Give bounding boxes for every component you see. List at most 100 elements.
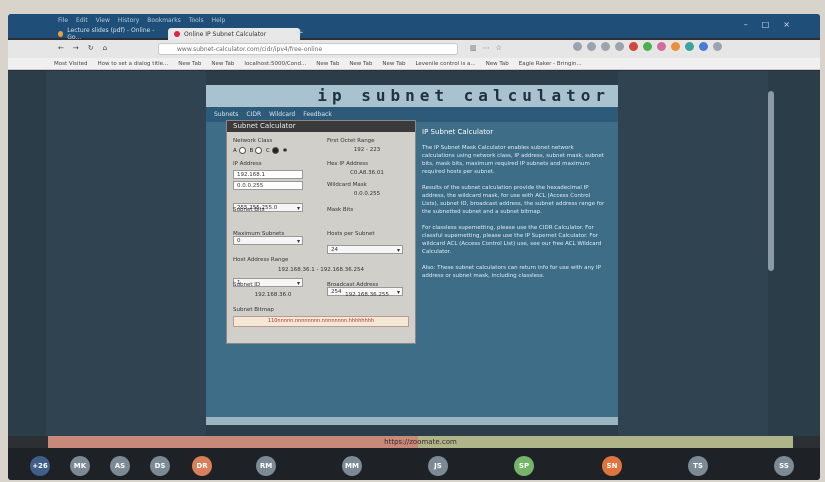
class-c-label: C [266,148,270,154]
participant-tile[interactable]: +26 [30,456,50,476]
browser-titlebar: File Edit View History Bookmarks Tools H… [8,14,820,41]
wildcard-input[interactable]: 0.0.0.255 [233,181,303,190]
ip-address-input[interactable]: 192.168.1 [233,170,303,179]
bookmark-item[interactable]: New Tab [486,61,509,67]
site-footer-bar [206,417,618,425]
nav-buttons: ← → ↻ ⌂ [58,44,107,52]
participant-tile[interactable]: MM [342,456,362,476]
bookmark-item[interactable]: How to set a dialog title... [97,61,168,67]
maximize-icon[interactable]: □ [762,20,770,29]
tab-lecture-slides[interactable]: Lecture slides (pdf) - Online - Go... [52,27,164,41]
ip-address-label: IP Address [233,161,262,167]
subnet-bits-select[interactable]: 0 [233,236,303,246]
bookmarks-bar: Most Visited How to set a dialog title..… [8,58,820,70]
participant-tile[interactable]: SN [602,456,622,476]
class-c-radio[interactable] [271,147,279,154]
bookmark-star-icon[interactable]: ☆ [496,44,502,52]
bookmark-item[interactable]: New Tab [349,61,372,67]
menu-tools[interactable]: Tools [189,17,204,24]
site-banner: ip subnet calculator [206,85,618,107]
site-nav-cidr[interactable]: CIDR [246,111,261,118]
extension-blue-icon[interactable] [699,42,708,51]
participant-tile[interactable]: MK [70,456,90,476]
participant-tile[interactable]: RM [256,456,276,476]
bookmark-item[interactable]: New Tab [178,61,201,67]
bookmark-item[interactable]: Most Visited [54,61,87,67]
class-b-label: B [249,148,254,154]
back-arrow-icon[interactable]: ← [58,44,64,52]
home-icon[interactable]: ⌂ [103,44,107,52]
extension-pink-icon[interactable] [657,42,666,51]
menu-file[interactable]: File [58,17,68,24]
bookmark-item[interactable]: localhost:5000/Cond... [244,61,306,67]
download-icon[interactable] [573,42,582,51]
bookmark-item[interactable]: New Tab [316,61,339,67]
sidebar-icon[interactable] [601,42,610,51]
participant-tile[interactable]: AS [110,456,130,476]
toolbar-extensions [573,42,722,51]
window-controls: – □ × [744,20,790,29]
menu-edit[interactable]: Edit [76,17,88,24]
participant-avatar: +26 [30,456,50,476]
class-a-label: A [233,148,237,154]
hex-ip-value: C0.A8.36.01 [350,170,384,176]
participant-tile[interactable]: DS [150,456,170,476]
menu-help[interactable]: Help [212,17,226,24]
page-margin-right [618,71,768,436]
minimize-icon[interactable]: – [744,20,748,29]
menu-history[interactable]: History [118,17,139,24]
screen-share-banner: https://zoomate.com [48,436,793,448]
info-paragraph: Results of the subnet calculation provid… [422,185,605,215]
reload-icon[interactable]: ↻ [88,44,94,52]
browser-menubar: File Edit View History Bookmarks Tools H… [58,17,225,24]
bookmark-item[interactable]: New Tab [211,61,234,67]
url-bar[interactable]: www.subnet-calculator.com/cidr/ipv4/free… [158,43,458,55]
extension-orange-icon[interactable] [671,42,680,51]
participant-tile[interactable]: SS [774,456,794,476]
url-text: www.subnet-calculator.com/cidr/ipv4/free… [177,45,323,53]
menu-hamburger-icon[interactable] [713,42,722,51]
bookmark-item[interactable]: Levenile control is a... [415,61,475,67]
mask-bits-select[interactable]: 24 [327,245,403,255]
menu-view[interactable]: View [96,17,110,24]
participant-tile[interactable]: DR [192,456,212,476]
close-icon[interactable]: × [783,20,790,29]
extension-red-icon[interactable] [629,42,638,51]
page-scrollbar[interactable] [768,91,774,271]
extension-green-icon[interactable] [643,42,652,51]
browser-navbar: ← → ↻ ⌂ www.subnet-calculator.com/cidr/i… [8,40,820,58]
wildcard-mask-value: 0.0.0.255 [353,191,381,197]
bitmap-label: Subnet Bitmap [233,307,274,313]
subnet-id-value: 192.168.36.0 [254,292,292,298]
forward-arrow-icon[interactable]: → [73,44,79,52]
info-heading: IP Subnet Calculator [422,128,494,136]
subnet-calculator-form: Subnet Calculator Network Class A B C ✱ … [226,120,416,344]
class-a-radio[interactable] [238,147,246,154]
class-b-radio[interactable] [255,147,263,154]
extension-teal-icon[interactable] [685,42,694,51]
more-icon[interactable]: ⋯ [483,44,490,52]
site-nav-feedback[interactable]: Feedback [303,111,332,118]
broadcast-label: Broadcast Address [327,282,379,288]
site-nav-wildcard[interactable]: Wildcard [269,111,295,118]
participant-avatar: TS [688,456,708,476]
new-tab-icon[interactable]: + [296,28,304,38]
subnet-site: ip subnet calculator Subnets CIDR Wildca… [206,85,618,425]
participant-tile[interactable]: TS [688,456,708,476]
banner-url[interactable]: https://zoomate.com [384,438,457,446]
site-nav-subnets[interactable]: Subnets [214,111,238,118]
bookmark-item[interactable]: New Tab [382,61,405,67]
page-margin-left [46,71,206,436]
participant-avatar: SP [514,456,534,476]
participant-tile[interactable]: JS [428,456,448,476]
host-range-label: Host Address Range [233,257,289,263]
hex-ip-label: Hex IP Address [327,161,369,167]
bookmark-item[interactable]: Eagle Raker - Bringin... [519,61,582,67]
tab-label: Lecture slides (pdf) - Online - Go... [67,27,155,41]
tab-subnet-calculator[interactable]: Online IP Subnet Calculator [168,28,300,40]
reader-icon[interactable]: ▥ [470,44,477,52]
library-icon[interactable] [587,42,596,51]
screenshot-icon[interactable] [615,42,624,51]
menu-bookmarks[interactable]: Bookmarks [147,17,181,24]
participant-tile[interactable]: SP [514,456,534,476]
